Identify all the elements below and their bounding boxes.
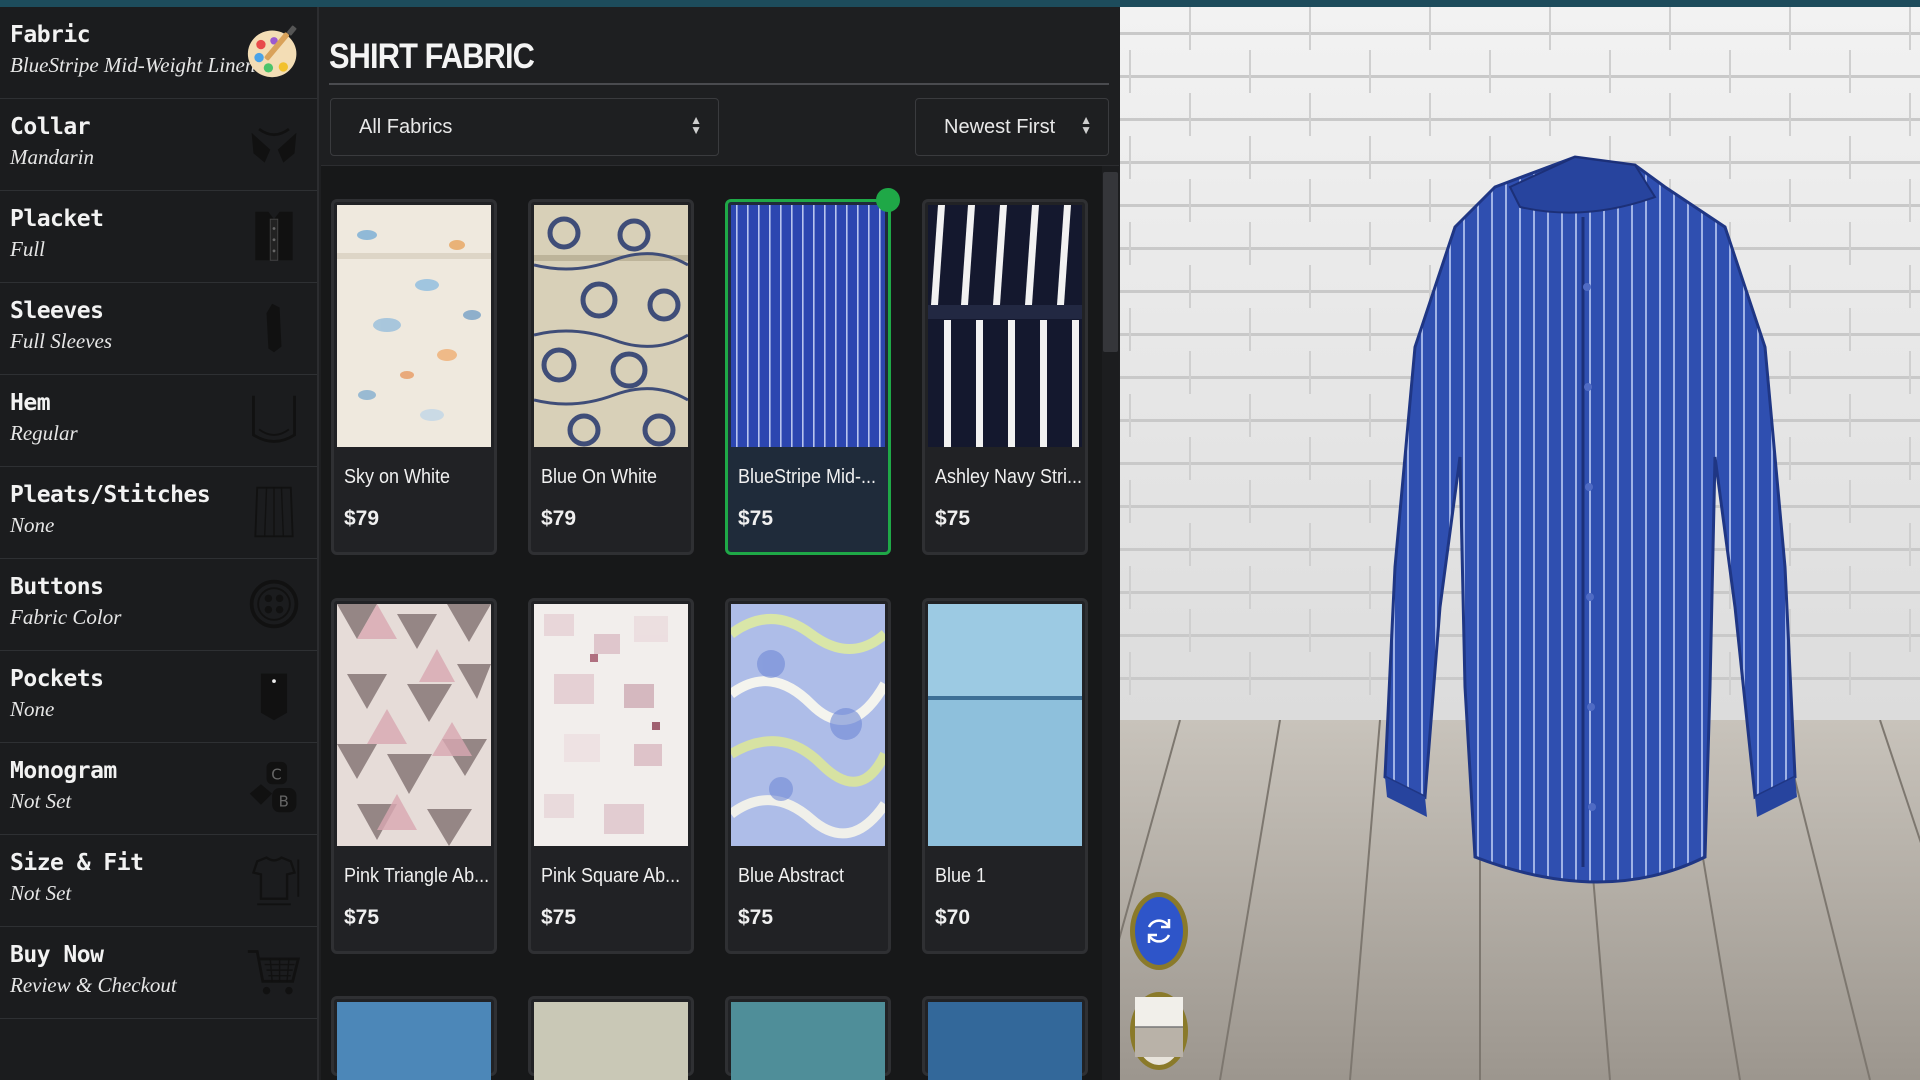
fabric-swatch: [731, 604, 885, 846]
pocket-icon: [243, 663, 305, 729]
fabric-card[interactable]: Ashley Navy Stri... $75: [922, 199, 1088, 555]
fabric-price: $75: [541, 906, 577, 929]
fabric-swatch: [337, 205, 491, 447]
fabric-filter-select[interactable]: All Fabrics ▲ ▼: [330, 98, 719, 156]
svg-text:C: C: [271, 766, 281, 784]
fabric-filter-value: All Fabrics: [359, 115, 453, 138]
selected-indicator-dot: [876, 188, 900, 212]
fabric-name: Pink Triangle Ab...: [344, 865, 490, 887]
sidebar-item-size-fit[interactable]: Size & Fit Not Set: [0, 835, 317, 927]
fabric-swatch: [928, 604, 1082, 846]
fabric-price: $79: [541, 507, 577, 530]
tshirt-measure-icon: [243, 847, 305, 913]
fabric-swatch: [337, 604, 491, 846]
fabric-card[interactable]: [528, 996, 694, 1080]
collar-icon: [243, 111, 305, 177]
fabric-name: Blue 1: [935, 865, 987, 887]
pleats-icon: [243, 479, 305, 545]
fabric-name: Blue Abstract: [738, 865, 845, 887]
fabric-swatch: [928, 1002, 1082, 1080]
fabric-name: BlueStripe Mid-...: [738, 466, 877, 488]
fabric-price: $75: [344, 906, 380, 929]
floor-toggle-icon: [1135, 997, 1183, 1057]
sidebar-item-placket[interactable]: Placket Full: [0, 191, 317, 283]
placket-icon: [243, 203, 305, 269]
fabric-price: $75: [738, 507, 774, 530]
fabric-swatch: [731, 205, 885, 447]
cart-icon: [243, 939, 305, 1005]
updown-chevron-icon: ▲ ▼: [1080, 113, 1092, 137]
sort-select[interactable]: Newest First ▲ ▼: [915, 98, 1109, 156]
fabric-card[interactable]: Sky on White $79: [331, 199, 497, 555]
monogram-icon: CB: [243, 755, 305, 821]
updown-chevron-icon: ▲ ▼: [690, 113, 702, 137]
fabric-card[interactable]: [725, 996, 891, 1080]
fabric-name: Sky on White: [344, 466, 451, 488]
rotate-icon: [1147, 919, 1171, 943]
options-sidebar: Fabric BlueStripe Mid-Weight Linen Colla…: [0, 7, 319, 1080]
svg-text:B: B: [279, 793, 289, 811]
fabric-card[interactable]: [922, 996, 1088, 1080]
page-title: SHIRT FABRIC: [329, 37, 535, 76]
rotate-view-button[interactable]: [1130, 892, 1188, 970]
fabric-card[interactable]: [331, 996, 497, 1080]
sidebar-item-hem[interactable]: Hem Regular: [0, 375, 317, 467]
fabric-grid: Sky on White $79 Blue On White $79 BlueS…: [321, 165, 1119, 1080]
fabric-swatch: [534, 604, 688, 846]
sort-value: Newest First: [944, 115, 1056, 138]
button-icon: [243, 571, 305, 637]
fabric-card[interactable]: Blue 1 $70: [922, 598, 1088, 954]
palette-icon: [243, 19, 305, 85]
fabric-name: Blue On White: [541, 466, 658, 488]
fabric-swatch: [337, 1002, 491, 1080]
sidebar-item-collar[interactable]: Collar Mandarin: [0, 99, 317, 191]
fabric-price: $70: [935, 906, 971, 929]
scrollbar[interactable]: [1102, 166, 1119, 1080]
fabric-card[interactable]: Blue On White $79: [528, 199, 694, 555]
sidebar-item-monogram[interactable]: Monogram Not Set CB: [0, 743, 317, 835]
title-divider: [329, 83, 1109, 85]
fabric-swatch: [731, 1002, 885, 1080]
sidebar-item-sleeves[interactable]: Sleeves Full Sleeves: [0, 283, 317, 375]
fabric-swatch: [534, 205, 688, 447]
sidebar-item-pleats[interactable]: Pleats/Stitches None: [0, 467, 317, 559]
fabric-swatch: [928, 205, 1082, 447]
sleeve-icon: [243, 295, 305, 361]
sidebar-item-pockets[interactable]: Pockets None: [0, 651, 317, 743]
fabric-price: $75: [935, 507, 971, 530]
fabric-price: $79: [344, 507, 380, 530]
fabric-card[interactable]: Blue Abstract $75: [725, 598, 891, 954]
sidebar-item-fabric[interactable]: Fabric BlueStripe Mid-Weight Linen: [0, 7, 317, 99]
fabric-name: Pink Square Ab...: [541, 865, 681, 887]
sidebar-item-buy-now[interactable]: Buy Now Review & Checkout: [0, 927, 317, 1019]
shirt-3d-viewer[interactable]: [1120, 7, 1920, 1080]
sidebar-item-buttons[interactable]: Buttons Fabric Color: [0, 559, 317, 651]
fabric-card-selected[interactable]: BlueStripe Mid-... $75: [725, 199, 891, 555]
hem-icon: [243, 387, 305, 453]
fabric-card[interactable]: Pink Triangle Ab... $75: [331, 598, 497, 954]
scrollbar-thumb[interactable]: [1103, 172, 1118, 352]
fabric-name: Ashley Navy Stri...: [935, 466, 1083, 488]
shirt-model[interactable]: [1345, 147, 1815, 927]
top-accent-bar: [0, 0, 1920, 7]
fabric-swatch: [534, 1002, 688, 1080]
fabric-panel: SHIRT FABRIC All Fabrics ▲ ▼ Newest First…: [321, 7, 1119, 1080]
background-toggle-button[interactable]: [1130, 992, 1188, 1070]
fabric-price: $75: [738, 906, 774, 929]
fabric-card[interactable]: Pink Square Ab... $75: [528, 598, 694, 954]
